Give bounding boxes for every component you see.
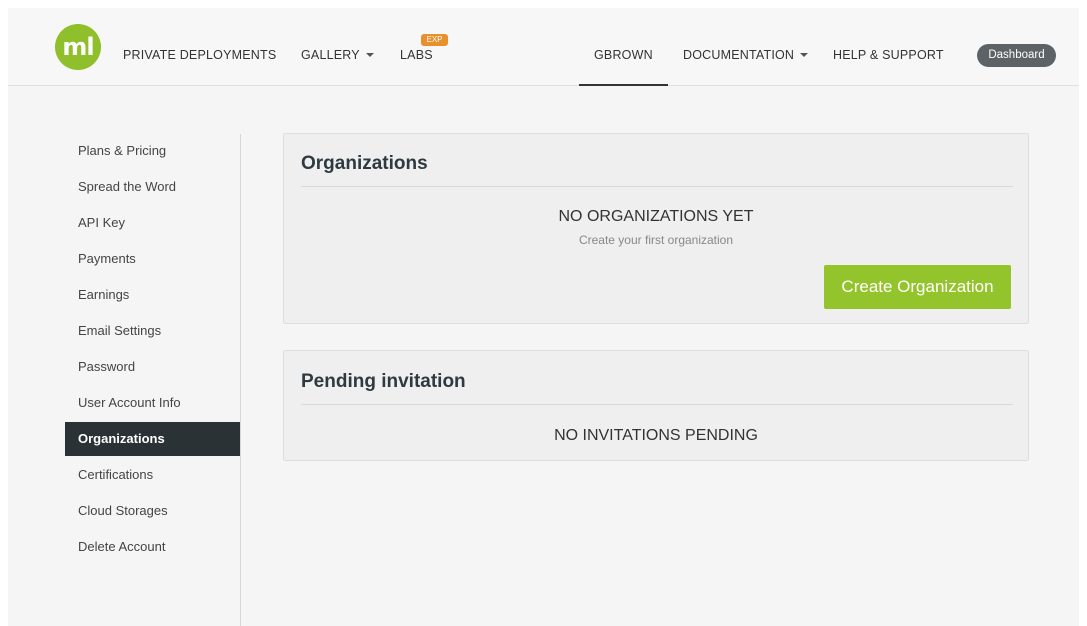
create-organization-button[interactable]: Create Organization: [824, 265, 1011, 309]
app-frame: ml PRIVATE DEPLOYMENTS GALLERY EXP LABS …: [8, 8, 1079, 626]
labs-exp-badge: EXP: [421, 34, 448, 46]
empty-state-title: NO ORGANIZATIONS YET: [558, 208, 754, 225]
nav-gallery-label: GALLERY: [301, 48, 360, 62]
nav-labs[interactable]: LABS: [400, 48, 433, 62]
sidebar-item-api-key[interactable]: API Key: [65, 206, 241, 240]
sidebar-item-delete-account[interactable]: Delete Account: [65, 530, 241, 564]
chevron-down-icon: [800, 53, 809, 57]
panel-divider: [301, 404, 1013, 405]
dashboard-button[interactable]: Dashboard: [977, 44, 1056, 67]
organizations-panel: Organizations NO ORGANIZATIONS YET Creat…: [283, 133, 1029, 324]
nav-user[interactable]: GBROWN: [594, 48, 653, 62]
empty-state-subtitle: Create your first organization: [578, 233, 734, 247]
active-tab-underline: [579, 84, 668, 86]
nav-help-support[interactable]: HELP & SUPPORT: [833, 48, 944, 62]
sidebar-item-plans-pricing[interactable]: Plans & Pricing: [65, 134, 241, 168]
panel-title: Pending invitation: [301, 371, 466, 392]
sidebar-divider: [240, 134, 241, 626]
top-navigation: ml PRIVATE DEPLOYMENTS GALLERY EXP LABS …: [8, 8, 1079, 86]
nav-documentation-label: DOCUMENTATION: [683, 48, 795, 62]
nav-documentation[interactable]: DOCUMENTATION: [683, 48, 809, 62]
pending-invitation-panel: Pending invitation NO INVITATIONS PENDIN…: [283, 350, 1029, 461]
sidebar-item-user-account-info[interactable]: User Account Info: [65, 386, 241, 420]
empty-state-title: NO INVITATIONS PENDING: [554, 427, 758, 444]
sidebar-item-earnings[interactable]: Earnings: [65, 278, 241, 312]
sidebar-item-payments[interactable]: Payments: [65, 242, 241, 276]
sidebar-item-organizations[interactable]: Organizations: [65, 422, 241, 456]
panel-title: Organizations: [301, 153, 428, 174]
sidebar-item-password[interactable]: Password: [65, 350, 241, 384]
bigml-logo[interactable]: ml: [55, 24, 101, 70]
nav-gallery[interactable]: GALLERY: [301, 48, 374, 62]
sidebar-item-email-settings[interactable]: Email Settings: [65, 314, 241, 348]
chevron-down-icon: [365, 53, 374, 57]
sidebar-item-cloud-storages[interactable]: Cloud Storages: [65, 494, 241, 528]
sidebar-item-certifications[interactable]: Certifications: [65, 458, 241, 492]
panel-divider: [301, 186, 1013, 187]
sidebar-item-spread-the-word[interactable]: Spread the Word: [65, 170, 241, 204]
nav-private-deployments[interactable]: PRIVATE DEPLOYMENTS: [123, 48, 276, 62]
